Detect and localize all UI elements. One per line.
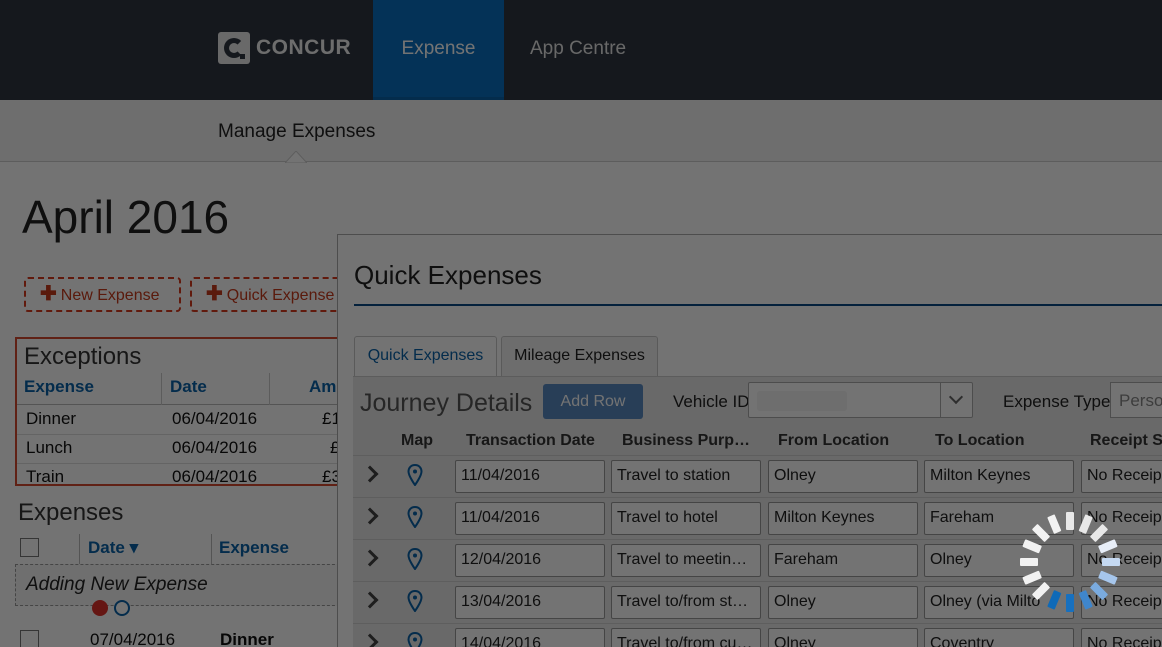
new-expense-label: New Expense [60,287,160,304]
manage-expenses-link[interactable]: Manage Expenses [218,121,375,143]
chevron-right-icon[interactable] [361,465,379,483]
chevron-right-icon[interactable] [361,633,379,647]
business-purpose-field[interactable]: Travel to station [611,460,761,493]
add-row-button[interactable]: Add Row [543,384,643,419]
expense-date: 07/04/2016 [90,630,176,647]
map-pin-icon[interactable] [407,548,423,570]
expense-type: Dinner [220,630,274,647]
alert-icon [92,600,108,616]
expense-type-label: Expense Type [1003,392,1111,411]
expenses-title: Expenses [18,499,124,526]
exception-expense: Dinner [26,409,77,428]
exception-expense: Train [26,467,65,486]
map-pin-icon[interactable] [407,464,423,486]
vehicle-id-label: Vehicle ID [673,392,750,411]
exception-expense: Lunch [26,438,73,457]
column-header-business-purpose[interactable]: Business Purp… [622,432,750,450]
exception-date: 06/04/2016 [172,409,258,428]
column-header-expense[interactable]: Expense [219,538,289,558]
transaction-date-field[interactable]: 11/04/2016 [455,460,605,493]
from-location-field[interactable]: Olney [768,628,918,647]
tab-quick-expenses[interactable]: Quick Expenses [354,336,497,376]
journey-details-title: Journey Details [360,389,533,417]
chevron-right-icon[interactable] [361,549,379,567]
select-all-checkbox[interactable] [20,538,39,557]
adding-new-expense-row: Adding New Expense [15,564,345,606]
exceptions-header: Expense Date Am [17,373,343,405]
exceptions-panel: Exceptions Expense Date Am Dinner 06/04/… [15,337,345,486]
status-icons [92,600,136,616]
chevron-right-icon[interactable] [361,591,379,609]
nav-tab-app-centre[interactable]: App Centre [530,0,626,100]
quick-expense-button[interactable]: ✚ Quick Expense [190,277,350,312]
from-location-field[interactable]: Fareham [768,544,918,577]
dialog-title: Quick Expenses [354,260,542,290]
expense-type-select[interactable]: Person [1110,382,1162,418]
redacted-value [757,391,847,411]
plus-icon: ✚ [206,283,223,305]
column-header-map: Map [401,432,433,449]
business-purpose-field[interactable]: Travel to meetin… [611,544,761,577]
active-caret-icon [285,151,307,163]
column-header-date[interactable]: Date [170,377,207,397]
from-location-field[interactable]: Olney [768,460,918,493]
to-location-field[interactable]: Coventry [924,628,1074,647]
exception-row[interactable]: Dinner 06/04/2016 £1 [17,405,343,435]
business-purpose-field[interactable]: Travel to/from st… [611,586,761,619]
business-purpose-field[interactable]: Travel to/from cu… [611,628,761,647]
loading-spinner-icon [1020,512,1120,612]
transaction-date-field[interactable]: 14/04/2016 [455,628,605,647]
expenses-header: Date ▾ Expense [15,532,345,564]
concur-logo-icon [218,32,250,64]
report-title: April 2016 [22,191,230,243]
info-icon [114,600,130,616]
chevron-right-icon[interactable] [361,507,379,525]
map-pin-icon[interactable] [407,506,423,528]
sub-navigation-bar: Manage Expenses [0,100,1162,162]
column-header-from-location[interactable]: From Location [778,432,889,450]
from-location-field[interactable]: Olney [768,586,918,619]
transaction-date-field[interactable]: 12/04/2016 [455,544,605,577]
from-location-field[interactable]: Milton Keynes [768,502,918,535]
exception-date: 06/04/2016 [172,467,258,486]
expense-row[interactable]: 07/04/2016 Dinner [15,626,345,647]
transaction-date-field[interactable]: 13/04/2016 [455,586,605,619]
column-header-transaction-date[interactable]: Transaction Date [466,432,595,450]
journey-row: 14/04/2016 Travel to/from cu… Olney Cove… [353,623,1162,647]
concur-logo[interactable]: CONCUR [218,32,351,64]
map-pin-icon[interactable] [407,632,423,647]
receipt-status-field[interactable]: No Receip [1081,628,1162,647]
column-header-date[interactable]: Date ▾ [88,538,138,558]
business-purpose-field[interactable]: Travel to hotel [611,502,761,535]
column-header-amount[interactable]: Am [309,377,336,397]
transaction-date-field[interactable]: 11/04/2016 [455,502,605,535]
column-header-to-location[interactable]: To Location [935,432,1024,450]
to-location-field[interactable]: Milton Keynes [924,460,1074,493]
row-checkbox[interactable] [20,630,39,647]
quick-expense-label: Quick Expense [226,287,335,304]
nav-tab-expense[interactable]: Expense [373,0,504,100]
tab-mileage-expenses[interactable]: Mileage Expenses [501,336,658,376]
receipt-status-field[interactable]: No Receip [1081,460,1162,493]
column-header-receipt-status[interactable]: Receipt S [1090,432,1162,450]
logo-text: CONCUR [256,36,352,59]
plus-icon: ✚ [40,283,57,305]
exception-row[interactable]: Train 06/04/2016 £3 [17,463,343,486]
title-divider [354,304,1162,306]
exception-date: 06/04/2016 [172,438,258,457]
vehicle-id-select[interactable] [748,382,973,418]
new-expense-button[interactable]: ✚ New Expense [24,277,181,312]
journey-row: 11/04/2016 Travel to station Olney Milto… [353,455,1162,497]
chevron-down-icon[interactable] [940,383,972,417]
exception-row[interactable]: Lunch 06/04/2016 £ [17,434,343,464]
column-header-expense[interactable]: Expense [24,377,94,397]
exceptions-title: Exceptions [24,343,142,370]
top-navigation-bar: CONCUR Expense App Centre [0,0,1162,100]
map-pin-icon[interactable] [407,590,423,612]
